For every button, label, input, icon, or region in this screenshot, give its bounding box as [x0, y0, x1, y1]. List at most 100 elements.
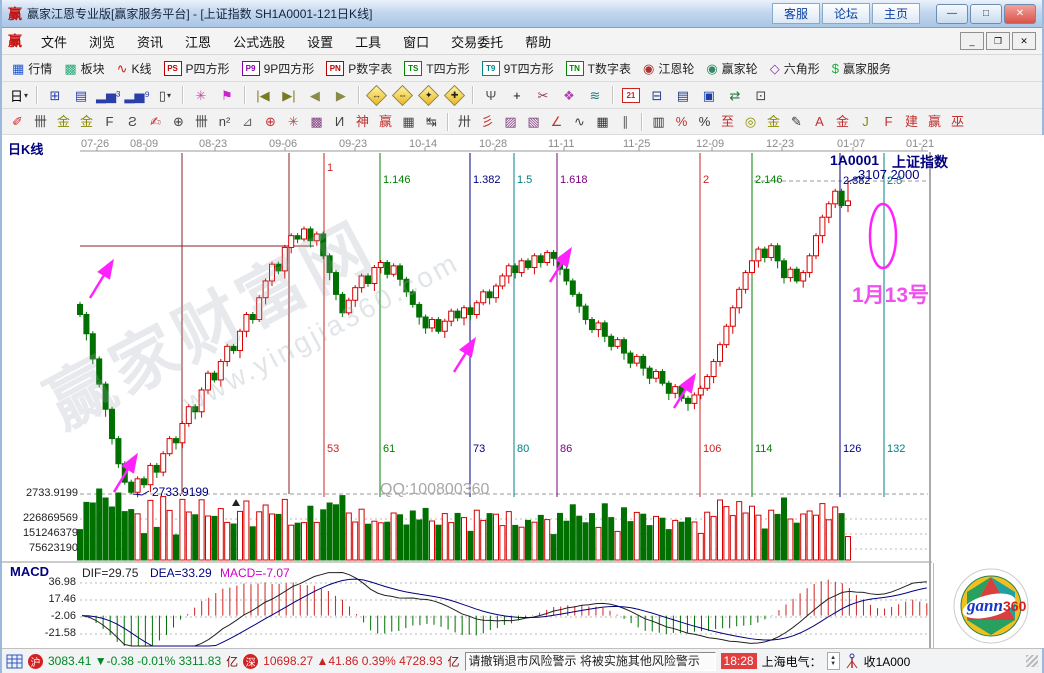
- t-number-table-button[interactable]: TNT数字表: [560, 58, 637, 79]
- gold-ruler-icon[interactable]: 金: [52, 112, 75, 131]
- zoom-compress-icon[interactable]: ⇔: [390, 85, 416, 105]
- price-ruler-icon[interactable]: 卌: [190, 112, 213, 131]
- p-number-table-button[interactable]: PNP数字表: [320, 58, 398, 79]
- window-titlebar[interactable]: 赢 赢家江恩专业版[赢家服务平台] - [上证指数 SH1A0001-121日K…: [2, 0, 1042, 28]
- ying-box-icon[interactable]: 赢: [923, 112, 946, 131]
- set-square-icon[interactable]: ⊿: [236, 112, 259, 131]
- gold-red-icon[interactable]: 金: [831, 112, 854, 131]
- shade-box-icon[interactable]: ▨: [499, 112, 522, 131]
- spider-web-icon[interactable]: ▩: [305, 112, 328, 131]
- a-angle-icon[interactable]: A: [808, 112, 831, 131]
- marker-pen-icon[interactable]: ✐: [6, 112, 29, 131]
- crosshair-icon[interactable]: +: [504, 85, 530, 105]
- hand-tool-icon[interactable]: Ψ: [478, 85, 504, 105]
- prev-page-icon[interactable]: ◀: [302, 85, 328, 105]
- zoom-all-icon[interactable]: ✦: [416, 85, 442, 105]
- menu-browse[interactable]: 浏览: [78, 30, 126, 53]
- gann-grid-icon[interactable]: ▦: [591, 112, 614, 131]
- zoom-horizontal-icon[interactable]: ↔: [364, 85, 390, 105]
- titlebar-link-service[interactable]: 客服: [772, 3, 820, 24]
- shenzhen-index-quote[interactable]: 10698.27 ▲41.86 0.39% 4728.93: [263, 654, 442, 668]
- risk-notice-ticker[interactable]: 请撤销退市风险警示 将被实施其他风险警示: [465, 652, 716, 671]
- flag-indicator-icon[interactable]: ⚑: [214, 85, 240, 105]
- kline-chart-canvas[interactable]: [2, 135, 1044, 648]
- f-angle-icon[interactable]: F: [877, 112, 900, 131]
- menu-window[interactable]: 窗口: [392, 30, 440, 53]
- next-page-icon[interactable]: ▶: [328, 85, 354, 105]
- data-transfer-icon[interactable]: ⇄: [722, 85, 748, 105]
- grid-123-icon[interactable]: ▦: [397, 112, 420, 131]
- ticker-spinner[interactable]: ▲▼: [827, 652, 840, 670]
- wu-lines-icon[interactable]: 巫: [946, 112, 969, 131]
- t-square-button[interactable]: TST四方形: [398, 58, 475, 79]
- time-ruler-icon[interactable]: 卌: [29, 112, 52, 131]
- j-angle-icon[interactable]: J: [854, 112, 877, 131]
- titlebar-link-home[interactable]: 主页: [872, 3, 920, 24]
- jian-red-icon[interactable]: 建: [900, 112, 923, 131]
- gann-wheel-button[interactable]: ◉江恩轮: [637, 58, 700, 79]
- shade-box2-icon[interactable]: ▧: [522, 112, 545, 131]
- gann-tool-icon[interactable]: ❖: [556, 85, 582, 105]
- zigzag-icon[interactable]: ∿: [568, 112, 591, 131]
- close-button[interactable]: ✕: [1004, 4, 1036, 24]
- menu-tools[interactable]: 工具: [344, 30, 392, 53]
- parallel-lines-icon[interactable]: ∥: [614, 112, 637, 131]
- zhi-line-icon[interactable]: 至: [716, 112, 739, 131]
- winner-service-button[interactable]: $赢家服务: [826, 58, 897, 79]
- winner-wheel-button[interactable]: ◉赢家轮: [700, 58, 763, 79]
- p-square-button[interactable]: PSP四方形: [158, 58, 236, 79]
- gold-circle-icon[interactable]: ◎: [739, 112, 762, 131]
- gold-lines-icon[interactable]: 金: [762, 112, 785, 131]
- titlebar-link-forum[interactable]: 论坛: [822, 3, 870, 24]
- fibonacci-ruler-icon[interactable]: F: [98, 112, 121, 131]
- shanghai-index-quote[interactable]: 3083.41 ▼-0.38 -0.01% 3311.83: [48, 654, 221, 668]
- percent-red-icon[interactable]: %: [670, 112, 693, 131]
- notebook-icon[interactable]: ▤: [670, 85, 696, 105]
- volume-9-icon[interactable]: ▂▅⁹: [122, 85, 152, 105]
- square-of-nine-icon[interactable]: n²: [213, 112, 236, 131]
- shen-grid-icon[interactable]: 神: [351, 112, 374, 131]
- ying-grid-icon[interactable]: 赢: [374, 112, 397, 131]
- pillar-lines-icon[interactable]: 卅: [453, 112, 476, 131]
- resize-grip[interactable]: [1026, 655, 1038, 667]
- quote-table-icon[interactable]: [6, 654, 23, 669]
- print-icon[interactable]: ⊡: [748, 85, 774, 105]
- calendar-icon[interactable]: 21: [618, 85, 644, 105]
- trend-angle-icon[interactable]: ∠: [545, 112, 568, 131]
- first-page-icon[interactable]: |◀: [250, 85, 276, 105]
- span-arrows-icon[interactable]: ↹: [420, 112, 443, 131]
- window-layout-icon[interactable]: ⊞: [42, 85, 68, 105]
- wave-tool-icon[interactable]: ≋: [582, 85, 608, 105]
- minimize-button[interactable]: —: [936, 4, 968, 24]
- last-page-icon[interactable]: ▶|: [276, 85, 302, 105]
- menu-trade[interactable]: 交易委托: [440, 30, 514, 53]
- mdi-restore-button[interactable]: ❐: [986, 32, 1010, 50]
- zoom-vertical-icon[interactable]: ✚: [442, 85, 468, 105]
- menu-gann[interactable]: 江恩: [174, 30, 222, 53]
- period-day-dropdown[interactable]: 日▾: [6, 85, 32, 105]
- calculator-icon[interactable]: ⊟: [644, 85, 670, 105]
- gold-ruler2-icon[interactable]: 金: [75, 112, 98, 131]
- save-icon[interactable]: ▣: [696, 85, 722, 105]
- kline-button[interactable]: ∿K线: [111, 58, 158, 79]
- menu-news[interactable]: 资讯: [126, 30, 174, 53]
- 9p-square-button[interactable]: P99P四方形: [236, 58, 321, 79]
- volume-3-icon[interactable]: ▂▅³: [94, 85, 122, 105]
- pattern-restore-icon[interactable]: ✳: [188, 85, 214, 105]
- menu-formula-pick[interactable]: 公式选股: [222, 30, 296, 53]
- menu-help[interactable]: 帮助: [514, 30, 562, 53]
- ray-fan-icon[interactable]: 彡: [476, 112, 499, 131]
- sectors-button[interactable]: ▩板块: [58, 58, 110, 79]
- info-panel-icon[interactable]: ▤: [68, 85, 94, 105]
- wave-mark-icon[interactable]: И: [328, 112, 351, 131]
- mdi-minimize-button[interactable]: _: [960, 32, 984, 50]
- candle-style-dropdown[interactable]: ▯▾: [152, 85, 178, 105]
- column-stats-icon[interactable]: ▥: [647, 112, 670, 131]
- menu-file[interactable]: 文件: [30, 30, 78, 53]
- maximize-button[interactable]: □: [970, 4, 1002, 24]
- 9t-square-button[interactable]: T99T四方形: [476, 58, 560, 79]
- mdi-close-button[interactable]: ✕: [1012, 32, 1036, 50]
- menu-settings[interactable]: 设置: [296, 30, 344, 53]
- spiral-tool-icon[interactable]: Ƨ: [121, 112, 144, 131]
- measure-tool-icon[interactable]: ✂: [530, 85, 556, 105]
